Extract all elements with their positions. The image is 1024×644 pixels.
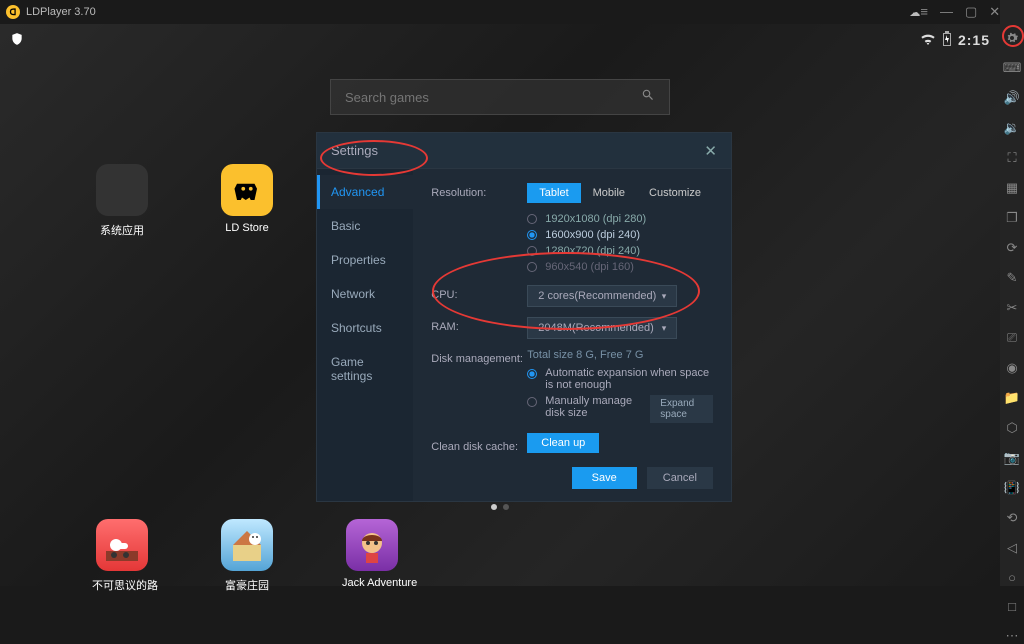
volume-icon[interactable]: 🔊: [1004, 90, 1020, 106]
location-icon[interactable]: ◉: [1004, 360, 1020, 376]
save-button[interactable]: Save: [572, 467, 637, 489]
minimize-icon[interactable]: —: [940, 4, 953, 20]
screenshot-icon[interactable]: 📷: [1004, 450, 1020, 466]
search-field[interactable]: [345, 90, 641, 105]
cpu-label: CPU:: [431, 285, 527, 301]
back-icon[interactable]: ◁: [1004, 540, 1020, 556]
shake-icon[interactable]: 📳: [1004, 480, 1020, 496]
resolution-label: Resolution:: [431, 183, 527, 199]
status-clock: 2:15: [958, 32, 990, 48]
apk-icon[interactable]: ⬡: [1004, 420, 1020, 436]
expand-space-button[interactable]: Expand space: [650, 395, 713, 423]
more-icon[interactable]: ⋯: [1004, 628, 1020, 644]
battery-icon: [942, 31, 952, 50]
keymap-icon[interactable]: ▦: [1004, 180, 1020, 196]
fullscreen-icon[interactable]: ⛶: [1004, 150, 1020, 166]
page-indicator: [491, 504, 509, 510]
app-logo: ᗡ: [6, 5, 20, 19]
app-title: LDPlayer 3.70: [26, 6, 909, 18]
app-incredible-road[interactable]: 不可思议的路: [92, 519, 152, 593]
app-manor[interactable]: 富豪庄园: [217, 519, 277, 593]
radio-1600[interactable]: 1600x900 (dpi 240): [527, 227, 713, 243]
tab-customize[interactable]: Customize: [637, 183, 713, 203]
search-icon[interactable]: [641, 88, 655, 107]
scissors-icon[interactable]: ✂: [1004, 300, 1020, 316]
ram-label: RAM:: [431, 317, 527, 333]
radio-manual-disk[interactable]: Manually manage disk sizeExpand space: [527, 395, 713, 423]
app-ld-store[interactable]: LD Store: [217, 164, 277, 234]
settings-modal: Settings ✕ Advanced Basic Properties Net…: [316, 132, 732, 502]
maximize-icon[interactable]: ▢: [965, 4, 977, 20]
cloud-icon[interactable]: ☁: [909, 6, 920, 19]
nav-advanced[interactable]: Advanced: [317, 175, 413, 209]
radio-960[interactable]: 960x540 (dpi 160): [527, 259, 713, 275]
shield-icon: [10, 32, 24, 48]
radio-1280[interactable]: 1280x720 (dpi 240): [527, 243, 713, 259]
disk-total: Total size 8 G, Free 7 G: [527, 349, 713, 361]
menu-icon[interactable]: ≡: [920, 4, 928, 20]
close-icon[interactable]: ✕: [989, 4, 1000, 20]
cancel-button[interactable]: Cancel: [647, 467, 713, 489]
nav-network[interactable]: Network: [317, 277, 413, 311]
radio-1920[interactable]: 1920x1080 (dpi 280): [527, 211, 713, 227]
close-icon[interactable]: ✕: [704, 142, 717, 160]
keyboard-icon[interactable]: ⌨: [1004, 60, 1020, 76]
nav-properties[interactable]: Properties: [317, 243, 413, 277]
rotate-icon[interactable]: ⟲: [1004, 510, 1020, 526]
app-system-apps[interactable]: 系统应用: [92, 164, 152, 238]
multi-instance-icon[interactable]: ❐: [1004, 210, 1020, 226]
radio-auto-expand[interactable]: Automatic expansion when space is not en…: [527, 367, 713, 391]
search-input[interactable]: [330, 79, 670, 115]
ram-select[interactable]: 2048M(Recommended)▾: [527, 317, 677, 339]
clean-label: Clean disk cache:: [431, 437, 527, 453]
wifi-icon: [920, 32, 936, 48]
recent-icon[interactable]: □: [1004, 599, 1020, 614]
tab-tablet[interactable]: Tablet: [527, 183, 580, 203]
tab-mobile[interactable]: Mobile: [581, 183, 637, 203]
volume-down-icon[interactable]: 🔉: [1004, 120, 1020, 136]
chevron-down-icon: ▾: [662, 323, 667, 334]
script-icon[interactable]: ✎: [1004, 270, 1020, 286]
modal-title: Settings: [331, 143, 704, 158]
clean-up-button[interactable]: Clean up: [527, 433, 599, 453]
sync-icon[interactable]: ⟳: [1004, 240, 1020, 256]
nav-basic[interactable]: Basic: [317, 209, 413, 243]
app-jack-adventure[interactable]: Jack Adventure: [342, 519, 402, 589]
home-icon[interactable]: ○: [1004, 570, 1020, 585]
nav-game-settings[interactable]: Game settings: [317, 345, 413, 393]
record-icon[interactable]: ⎚: [1004, 330, 1020, 346]
chevron-down-icon: ▾: [662, 291, 667, 302]
disk-label: Disk management:: [431, 349, 527, 365]
right-toolbar: ⌨ 🔊 🔉 ⛶ ▦ ❐ ⟳ ✎ ✂ ⎚ ◉ 📁 ⬡ 📷 📳 ⟲ ◁ ○ □ ⋯: [1000, 0, 1024, 586]
folder-icon[interactable]: 📁: [1004, 390, 1020, 406]
cpu-select[interactable]: 2 cores(Recommended)▾: [527, 285, 677, 307]
gear-icon[interactable]: [1004, 30, 1020, 46]
nav-shortcuts[interactable]: Shortcuts: [317, 311, 413, 345]
